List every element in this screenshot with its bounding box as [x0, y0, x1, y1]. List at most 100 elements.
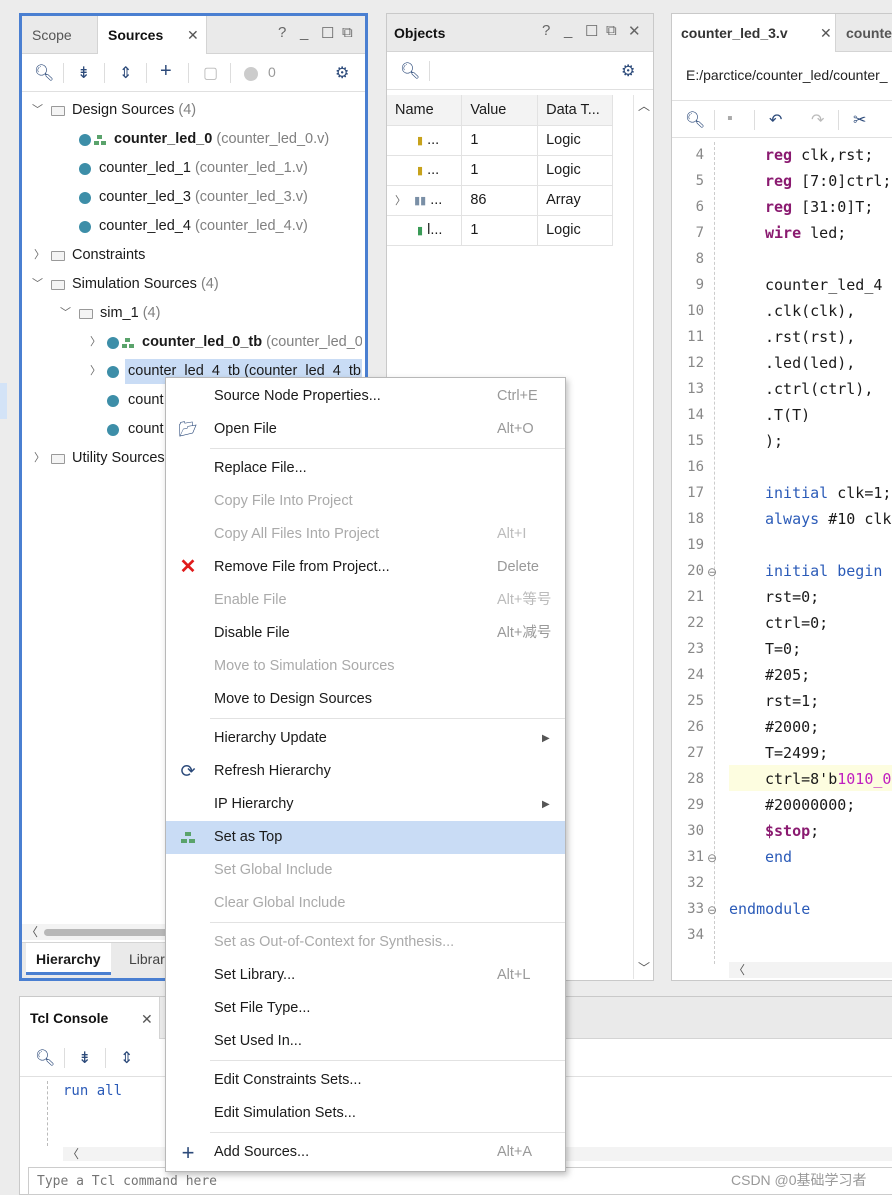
- column-header[interactable]: Value: [461, 95, 539, 126]
- close-icon[interactable]: ✕: [820, 25, 832, 42]
- chevron-down-icon[interactable]: ﹀: [32, 270, 43, 299]
- chevron-right-icon[interactable]: 〉: [90, 357, 101, 386]
- gear-icon[interactable]: ⚙: [621, 61, 635, 81]
- menu-item-set-used-in[interactable]: Set Used In...: [166, 1025, 565, 1058]
- chevron-right-icon[interactable]: 〉: [90, 328, 101, 357]
- save-icon[interactable]: ▪: [727, 110, 733, 128]
- menu-item-set-as-top[interactable]: Set as Top: [166, 821, 565, 854]
- tree-item-counter-led-1[interactable]: counter_led_1 (counter_led_1.v): [22, 154, 362, 183]
- source-file-icon: [107, 424, 119, 436]
- search-icon[interactable]: 🔍︎: [685, 110, 705, 130]
- menu-item-add-sources[interactable]: + Add Sources... Alt+A: [166, 1136, 565, 1169]
- menu-item-refresh-hierarchy[interactable]: ⟳ Refresh Hierarchy: [166, 755, 565, 788]
- menu-item-label: Open File: [214, 421, 277, 437]
- horizontal-scrollbar[interactable]: 〈: [729, 962, 892, 978]
- search-icon[interactable]: 🔍︎: [34, 63, 54, 83]
- help-icon[interactable]: ?: [542, 22, 550, 39]
- search-icon[interactable]: 🔍︎: [400, 61, 420, 81]
- float-icon[interactable]: ⧉: [606, 22, 617, 39]
- table-row[interactable]: ▮ l... 1 Logic: [387, 215, 613, 246]
- column-header[interactable]: Name: [387, 95, 463, 126]
- undo-icon[interactable]: ↶: [769, 110, 782, 130]
- chevron-down-icon[interactable]: ﹀: [32, 96, 43, 125]
- properties-icon[interactable]: ▢: [203, 63, 218, 83]
- fold-marker-icon[interactable]: ⊖: [707, 851, 717, 865]
- menu-item-label: Add Sources...: [214, 1144, 310, 1160]
- scroll-left-icon[interactable]: 〈: [733, 961, 745, 978]
- menu-item-move-to-design-sources[interactable]: Move to Design Sources: [166, 683, 565, 716]
- chevron-right-icon[interactable]: 〉: [34, 241, 45, 270]
- expand-all-icon[interactable]: ⇕: [119, 63, 132, 83]
- menu-item-source-node-properties[interactable]: Source Node Properties... Ctrl+E: [166, 380, 565, 413]
- collapse-all-icon[interactable]: ⇟: [78, 1048, 91, 1068]
- menu-item-edit-constraints-sets[interactable]: Edit Constraints Sets...: [166, 1064, 565, 1097]
- scroll-left-icon[interactable]: 〈: [67, 1145, 79, 1162]
- tree-item-counter-led-0[interactable]: counter_led_0 (counter_led_0.v): [22, 125, 362, 154]
- tab-libraries[interactable]: Librar: [129, 943, 165, 975]
- cut-icon[interactable]: ✂: [853, 110, 866, 130]
- table-row[interactable]: ▮ ... 1 Logic: [387, 125, 613, 156]
- tab-scope[interactable]: Scope: [22, 16, 97, 54]
- chevron-right-icon[interactable]: 〉: [34, 444, 45, 473]
- code-area[interactable]: 4 reg clk,rst; 5 reg [7:0]ctrl; 6 reg [31:0]T…: [672, 142, 892, 964]
- maximize-icon[interactable]: ☐: [585, 22, 598, 40]
- scroll-left-icon[interactable]: 〈: [26, 923, 38, 940]
- menu-item-set-library[interactable]: Set Library... Alt+L: [166, 959, 565, 992]
- chevron-down-icon[interactable]: ﹀: [60, 299, 71, 328]
- menu-item-open-file[interactable]: 📂︎ Open File Alt+O: [166, 413, 565, 446]
- tree-constraints[interactable]: 〉 Constraints: [22, 241, 362, 270]
- table-row[interactable]: 〉 ▮▮ ... 86 Array: [387, 185, 613, 216]
- close-icon[interactable]: ✕: [141, 1011, 153, 1028]
- tree-label: counter_led_1: [99, 160, 191, 176]
- menu-item-label: Set as Out-of-Context for Synthesis...: [214, 934, 455, 950]
- tree-file: (counter_led_4.v): [194, 218, 308, 234]
- folder-icon: [51, 280, 65, 290]
- tree-item-counter-led-0-tb[interactable]: 〉 counter_led_0_tb (counter_led_0: [22, 328, 362, 357]
- menu-separator: [210, 1132, 565, 1133]
- help-icon[interactable]: ?: [278, 24, 286, 41]
- tree-sim-1[interactable]: ﹀ sim_1 (4): [22, 299, 362, 328]
- column-header[interactable]: Data T...: [537, 95, 613, 126]
- tree-simulation-sources[interactable]: ﹀ Simulation Sources (4): [22, 270, 362, 299]
- scrollbar-thumb[interactable]: [44, 929, 184, 936]
- code-token: endmodule: [729, 900, 811, 918]
- tab-hierarchy[interactable]: Hierarchy: [26, 943, 111, 975]
- search-icon[interactable]: 🔍︎: [35, 1048, 55, 1068]
- scroll-down-icon[interactable]: ﹀: [638, 959, 650, 976]
- menu-item-ip-hierarchy[interactable]: IP Hierarchy ▶: [166, 788, 565, 821]
- close-icon[interactable]: ✕: [628, 22, 641, 40]
- vertical-scrollbar[interactable]: ︿ ﹀: [633, 95, 653, 979]
- menu-separator: [210, 922, 565, 923]
- close-icon[interactable]: ✕: [187, 27, 199, 44]
- menu-item-set-file-type[interactable]: Set File Type...: [166, 992, 565, 1025]
- add-icon[interactable]: +: [160, 60, 172, 83]
- expand-all-icon[interactable]: ⇕: [120, 1048, 133, 1068]
- fold-marker-icon[interactable]: ⊖: [707, 903, 717, 917]
- tree-item-counter-led-3[interactable]: counter_led_3 (counter_led_3.v): [22, 183, 362, 212]
- menu-item-edit-simulation-sets[interactable]: Edit Simulation Sets...: [166, 1097, 565, 1130]
- minimize-icon[interactable]: _: [564, 22, 572, 39]
- float-icon[interactable]: ⧉: [342, 24, 353, 41]
- hierarchy-icon: [178, 821, 198, 854]
- menu-item-disable-file[interactable]: Disable File Alt+减号: [166, 617, 565, 650]
- menu-item-replace-file[interactable]: Replace File...: [166, 452, 565, 485]
- tab-second-file[interactable]: counte: [835, 14, 892, 52]
- redo-icon[interactable]: ↷: [811, 110, 824, 130]
- gutter-line: [714, 142, 715, 964]
- maximize-icon[interactable]: ☐: [321, 24, 334, 42]
- minimize-icon[interactable]: _: [300, 24, 308, 41]
- tree-item-counter-led-4[interactable]: counter_led_4 (counter_led_4.v): [22, 212, 362, 241]
- menu-item-remove-file-from-project[interactable]: ✕ Remove File from Project... Delete: [166, 551, 565, 584]
- menu-item-clear-global-include: Clear Global Include: [166, 887, 565, 920]
- tree-design-sources[interactable]: ﹀ Design Sources (4): [22, 96, 362, 125]
- tab-tcl-console[interactable]: Tcl Console: [20, 997, 160, 1039]
- scroll-up-icon[interactable]: ︿: [638, 97, 650, 114]
- chevron-right-icon[interactable]: 〉: [395, 195, 406, 207]
- tab-counter-led-3[interactable]: counter_led_3.v: [672, 14, 835, 52]
- gear-icon[interactable]: ⚙: [335, 63, 349, 83]
- fold-marker-icon[interactable]: ⊖: [707, 565, 717, 579]
- collapse-all-icon[interactable]: ⇟: [77, 63, 90, 83]
- menu-item-hierarchy-update[interactable]: Hierarchy Update ▶: [166, 722, 565, 755]
- table-row[interactable]: ▮ ... 1 Logic: [387, 155, 613, 186]
- menu-item-label: Edit Simulation Sets...: [214, 1105, 356, 1121]
